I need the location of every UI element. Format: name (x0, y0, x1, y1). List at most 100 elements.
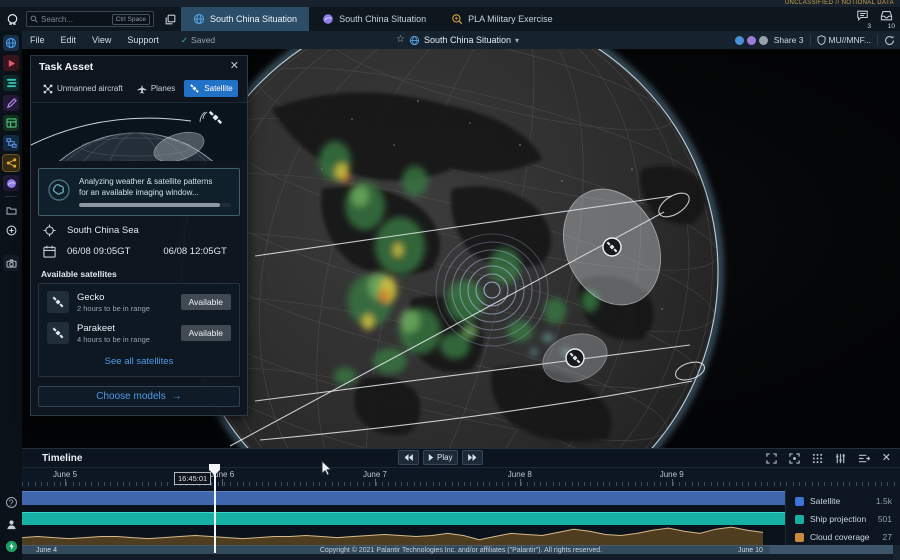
rail-add[interactable] (3, 222, 19, 238)
user-button[interactable] (3, 516, 19, 532)
close-icon[interactable]: ✕ (230, 61, 239, 72)
globe-icon (193, 13, 205, 25)
app-logo[interactable] (0, 7, 24, 31)
choose-models-button[interactable]: Choose models → (38, 386, 240, 407)
window-start: 06/08 09:05GT (67, 246, 130, 257)
timeline-panel: Timeline Play ✕ June 5June 6June 7June 8… (22, 448, 900, 545)
satellite-illustration (31, 103, 247, 161)
asset-type-tabs: Unmanned aircraft Planes Satellite (31, 77, 247, 103)
ai-brain-icon (47, 178, 71, 202)
analysis-status-box: Analyzing weather & satellite patternsfo… (38, 168, 240, 216)
time-window-row[interactable]: 06/08 09:05GT 06/08 12:05GT (31, 237, 247, 258)
menu-view[interactable]: View (84, 31, 119, 49)
tab-south-china-1[interactable]: South China Situation (181, 7, 309, 31)
rows-export-icon[interactable] (858, 453, 870, 464)
avatar (747, 36, 756, 45)
focus-frame-icon[interactable] (789, 453, 800, 464)
timeline-overview-bar[interactable]: June 4 Copyright © 2021 Palantir Technol… (22, 545, 900, 554)
refresh-icon[interactable] (884, 35, 895, 46)
security-marking[interactable]: MU//MNF... (817, 35, 872, 45)
analysis-progress-bar (79, 203, 231, 207)
status-online-icon[interactable] (3, 538, 19, 554)
rail-pencil[interactable] (3, 95, 19, 111)
satellite-row-parakeet[interactable]: Parakeet 4 hours to be in range Availabl… (47, 322, 231, 344)
arrow-right-icon: → (172, 391, 182, 402)
play-button[interactable]: Play (423, 450, 458, 465)
favorite-star-icon[interactable]: ☆ (396, 35, 405, 45)
help-button[interactable]: ? (3, 494, 19, 510)
location-row[interactable]: South China Sea (31, 216, 247, 237)
tab-label: South China Situation (339, 14, 426, 24)
new-window-button[interactable] (160, 10, 180, 28)
document-title[interactable]: South China Situation (424, 35, 511, 45)
satellite-row-gecko[interactable]: Gecko 2 hours to be in range Available (47, 291, 231, 313)
close-timeline-icon[interactable]: ✕ (882, 453, 891, 464)
satellite-marker[interactable] (603, 238, 621, 256)
tab-south-china-2[interactable]: South China Situation (310, 7, 438, 31)
rewind-button[interactable] (398, 450, 419, 465)
messages-count: 3 (867, 23, 871, 30)
rail-share-nodes[interactable] (3, 155, 19, 171)
tab-pla-exercise[interactable]: PLA Military Exercise (439, 7, 565, 31)
fullscreen-icon[interactable] (766, 453, 777, 464)
legend-ship-projection[interactable]: Ship projection 501 (795, 510, 892, 528)
cloud-coverage-area[interactable] (22, 525, 763, 546)
fast-forward-button[interactable] (462, 450, 483, 465)
overview-end-label: June 10 (738, 547, 763, 554)
rail-folder[interactable] (3, 202, 19, 218)
see-all-satellites-link[interactable]: See all satellites (47, 353, 231, 372)
playhead-time-tooltip: 16:45:01 (174, 472, 211, 485)
tab-label: South China Situation (210, 14, 297, 24)
timeline-date-label: June 8 (508, 470, 532, 479)
grid-icon[interactable] (812, 453, 823, 464)
satellite-eta: 4 hours to be in range (77, 335, 150, 344)
tab-planes[interactable]: Planes (132, 81, 180, 97)
tab-unmanned-aircraft[interactable]: Unmanned aircraft (38, 81, 128, 97)
menu-support[interactable]: Support (119, 31, 167, 49)
inbox-count: 10 (888, 23, 895, 30)
magnifier-icon (451, 13, 463, 25)
rail-camera[interactable] (3, 255, 19, 271)
illustration-satellite-icon (200, 110, 223, 125)
filter-sliders-icon[interactable] (835, 453, 846, 464)
tab-label: PLA Military Exercise (468, 14, 553, 24)
available-button[interactable]: Available (181, 325, 231, 341)
playhead-line[interactable] (214, 466, 216, 553)
search-shortcut-hint: Ctrl Space (112, 14, 150, 25)
timeline-date-label: June 5 (53, 470, 77, 479)
crosshair-icon (43, 224, 56, 237)
panel-title: Task Asset (39, 61, 93, 73)
rail-sphere[interactable] (3, 175, 19, 191)
rail-flowchart[interactable] (3, 135, 19, 151)
plane-icon (137, 84, 147, 94)
chevron-down-icon[interactable]: ▾ (515, 36, 519, 45)
satellite-band[interactable] (22, 491, 900, 505)
inbox-button[interactable]: 10 (874, 7, 898, 31)
legend-satellite[interactable]: Satellite 1.5k (795, 492, 892, 510)
satellite-name: Gecko (77, 292, 150, 303)
timeline-chart[interactable]: copyright © 2021 Palantir Technologies I… (22, 488, 900, 546)
legend-cloud-coverage[interactable]: Cloud coverage 27 (795, 528, 892, 546)
collaborator-avatars[interactable] (732, 36, 768, 45)
menu-file[interactable]: File (22, 31, 53, 49)
messages-button[interactable]: 3 (850, 7, 874, 31)
rail-play[interactable] (3, 55, 19, 71)
search-input[interactable] (41, 15, 112, 24)
copyright-text: Copyright © 2021 Palantir Technologies I… (22, 547, 900, 554)
rail-layers[interactable] (3, 75, 19, 91)
share-button[interactable]: Share 3 (774, 35, 804, 45)
available-button[interactable]: Available (181, 294, 231, 310)
ship-projection-band[interactable] (22, 512, 900, 525)
tab-satellite[interactable]: Satellite (184, 80, 237, 97)
timeline-ruler[interactable]: June 5June 6June 7June 8June 9 (22, 467, 900, 488)
satellite-marker[interactable] (566, 349, 584, 367)
avatar (759, 36, 768, 45)
rail-table[interactable] (3, 115, 19, 131)
shield-icon (817, 35, 826, 45)
bottom-strip (22, 554, 900, 560)
menu-edit[interactable]: Edit (53, 31, 85, 49)
global-search[interactable]: Ctrl Space (26, 11, 154, 27)
rail-globe-map[interactable] (3, 35, 19, 51)
check-icon: ✓ (181, 35, 188, 46)
drone-icon (43, 84, 53, 94)
